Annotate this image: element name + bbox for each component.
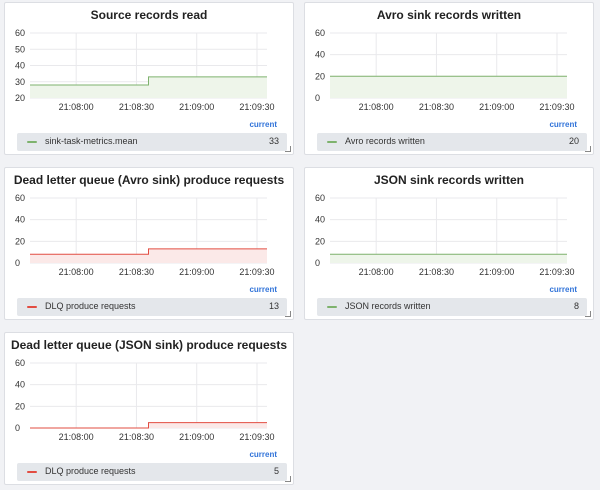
series-area: [330, 76, 567, 98]
y-tick-label: 20: [315, 236, 325, 246]
legend: sink-task-metrics.mean 33: [17, 133, 287, 151]
legend-swatch[interactable]: [27, 306, 37, 308]
x-tick-label: 21:08:00: [59, 432, 94, 442]
x-tick-label: 21:08:30: [119, 432, 154, 442]
legend: Avro records written 20: [317, 133, 587, 151]
x-tick-label: 21:09:30: [239, 102, 274, 112]
legend: DLQ produce requests 13: [17, 298, 287, 316]
y-tick-label: 60: [315, 28, 325, 38]
x-tick-label: 21:08:00: [359, 267, 394, 277]
panel-dlq-avro-produce-requests[interactable]: Dead letter queue (Avro sink) produce re…: [4, 167, 294, 320]
panel-json-sink-records-written[interactable]: JSON sink records written 60 40 20 0 21:08:0…: [304, 167, 594, 320]
legend-current-value: 20: [568, 136, 579, 146]
legend-swatch[interactable]: [327, 306, 337, 308]
x-tick-label: 21:09:00: [479, 267, 514, 277]
y-tick-label: 20: [15, 236, 25, 246]
x-tick-label: 21:09:00: [479, 102, 514, 112]
chart: 60 50 40 30 20 21:08:00 21:08:30 21:09:00 21:09:…: [15, 28, 274, 112]
x-tick-label: 21:08:00: [359, 102, 394, 112]
chart: 60 40 20 0 21:08:00 21:08:30 21:09:00 21:09:30: [15, 358, 274, 442]
y-tick-label: 0: [315, 93, 320, 103]
y-tick-label: 40: [15, 380, 25, 390]
x-tick-label: 21:09:30: [239, 267, 274, 277]
y-tick-label: 40: [15, 215, 25, 225]
legend: DLQ produce requests 5: [17, 463, 287, 481]
x-tick-label: 21:08:30: [119, 267, 154, 277]
y-tick-label: 60: [15, 28, 25, 38]
legend: JSON records written 8: [317, 298, 587, 316]
y-tick-label: 50: [15, 44, 25, 54]
chart: 60 40 20 0 21:08:00 21:08:30 21:09:00 21:09:30: [315, 28, 574, 112]
legend-swatch[interactable]: [327, 141, 337, 143]
panel-dlq-json-produce-requests[interactable]: Dead letter queue (JSON sink) produce re…: [4, 332, 294, 485]
y-tick-label: 40: [315, 50, 325, 60]
legend-current-header[interactable]: current: [249, 285, 277, 294]
legend-current-value: 33: [268, 136, 279, 146]
legend-current-value: 8: [573, 301, 579, 311]
y-tick-label: 20: [15, 93, 25, 103]
x-tick-label: 21:09:30: [539, 102, 574, 112]
y-tick-label: 40: [15, 61, 25, 71]
resize-handle[interactable]: [285, 476, 291, 482]
chart: 60 40 20 0 21:08:00 21:08:30 21:09:00 21:09:30: [15, 193, 274, 277]
y-tick-label: 60: [315, 193, 325, 203]
legend-current-value: 13: [268, 301, 279, 311]
series-area: [330, 254, 567, 263]
y-tick-label: 60: [15, 358, 25, 368]
resize-handle[interactable]: [285, 311, 291, 317]
legend-current-header[interactable]: current: [249, 450, 277, 459]
y-tick-label: 40: [315, 215, 325, 225]
y-tick-label: 20: [15, 401, 25, 411]
x-tick-label: 21:08:00: [59, 102, 94, 112]
x-tick-label: 21:08:30: [419, 102, 454, 112]
y-tick-label: 60: [15, 193, 25, 203]
x-tick-label: 21:09:30: [239, 432, 274, 442]
legend-series-label[interactable]: JSON records written: [345, 301, 431, 311]
legend-swatch[interactable]: [27, 471, 37, 473]
y-tick-label: 20: [315, 71, 325, 81]
x-tick-label: 21:08:00: [59, 267, 94, 277]
x-tick-label: 21:09:00: [179, 267, 214, 277]
legend-series-label[interactable]: sink-task-metrics.mean: [45, 136, 138, 146]
legend-current-header[interactable]: current: [249, 120, 277, 129]
y-tick-label: 0: [15, 423, 20, 433]
y-tick-label: 30: [15, 77, 25, 87]
y-tick-label: 0: [15, 258, 20, 268]
chart: 60 40 20 0 21:08:00 21:08:30 21:09:00 21:09:30: [315, 193, 574, 277]
legend-current-header[interactable]: current: [549, 285, 577, 294]
x-tick-label: 21:09:30: [539, 267, 574, 277]
legend-swatch[interactable]: [27, 141, 37, 143]
legend-current-value: 5: [273, 466, 279, 476]
panel-source-records-read[interactable]: Source records read 60 50 40 30 20 21:08:00 21…: [4, 2, 294, 155]
x-tick-label: 21:08:30: [119, 102, 154, 112]
legend-series-label[interactable]: Avro records written: [345, 136, 425, 146]
x-tick-label: 21:09:00: [179, 432, 214, 442]
resize-handle[interactable]: [285, 146, 291, 152]
panel-avro-sink-records-written[interactable]: Avro sink records written 60 40 20 0 21:08:0…: [304, 2, 594, 155]
legend-series-label[interactable]: DLQ produce requests: [45, 466, 136, 476]
x-tick-label: 21:08:30: [419, 267, 454, 277]
x-tick-label: 21:09:00: [179, 102, 214, 112]
legend-series-label[interactable]: DLQ produce requests: [45, 301, 136, 311]
legend-current-header[interactable]: current: [549, 120, 577, 129]
resize-handle[interactable]: [585, 311, 591, 317]
resize-handle[interactable]: [585, 146, 591, 152]
y-tick-label: 0: [315, 258, 320, 268]
